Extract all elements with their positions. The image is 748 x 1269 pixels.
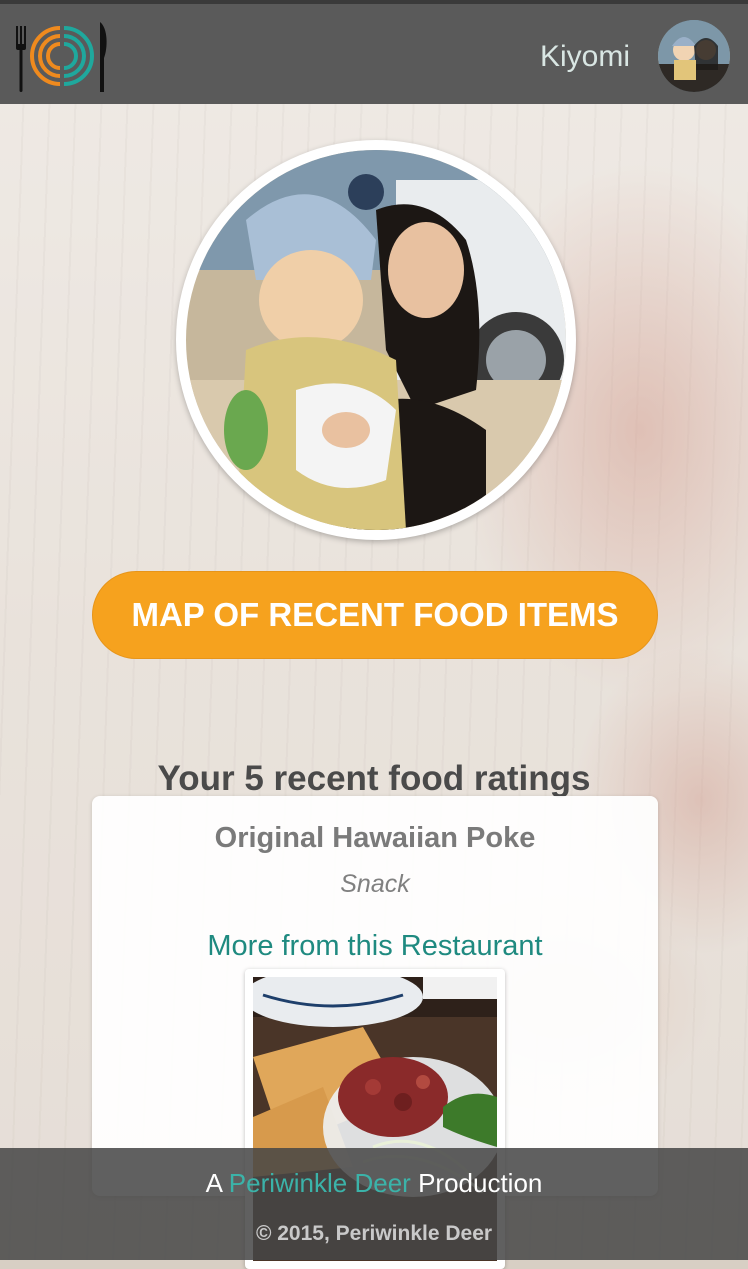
food-item-name[interactable]: Original Hawaiian Poke	[92, 822, 658, 855]
profile-photo-icon	[186, 150, 566, 530]
map-of-recent-food-items-button[interactable]: MAP OF RECENT FOOD ITEMS	[92, 571, 658, 659]
periwinkle-deer-link[interactable]: Periwinkle Deer	[229, 1168, 411, 1198]
credit-prefix: A	[205, 1168, 229, 1198]
credit-suffix: Production	[410, 1168, 543, 1198]
user-avatar-icon[interactable]	[658, 20, 730, 92]
profile-photo	[176, 140, 576, 540]
food-rating-card[interactable]: Original Hawaiian Poke Snack More from t…	[92, 796, 658, 1269]
footer: A Periwinkle Deer Production © 2015, Per…	[0, 1148, 748, 1260]
food-item-category: Snack	[340, 870, 410, 898]
app-logo-icon[interactable]	[14, 18, 110, 94]
recent-ratings-heading: Your 5 recent food ratings	[157, 759, 591, 799]
production-credit: A Periwinkle Deer Production	[0, 1168, 748, 1199]
more-from-restaurant-link[interactable]: More from this Restaurant	[92, 930, 658, 963]
copyright-notice: © 2015, Periwinkle Deer	[255, 1222, 493, 1245]
top-navbar: Kiyomi	[0, 0, 748, 104]
username-label[interactable]: Kiyomi	[540, 40, 630, 74]
